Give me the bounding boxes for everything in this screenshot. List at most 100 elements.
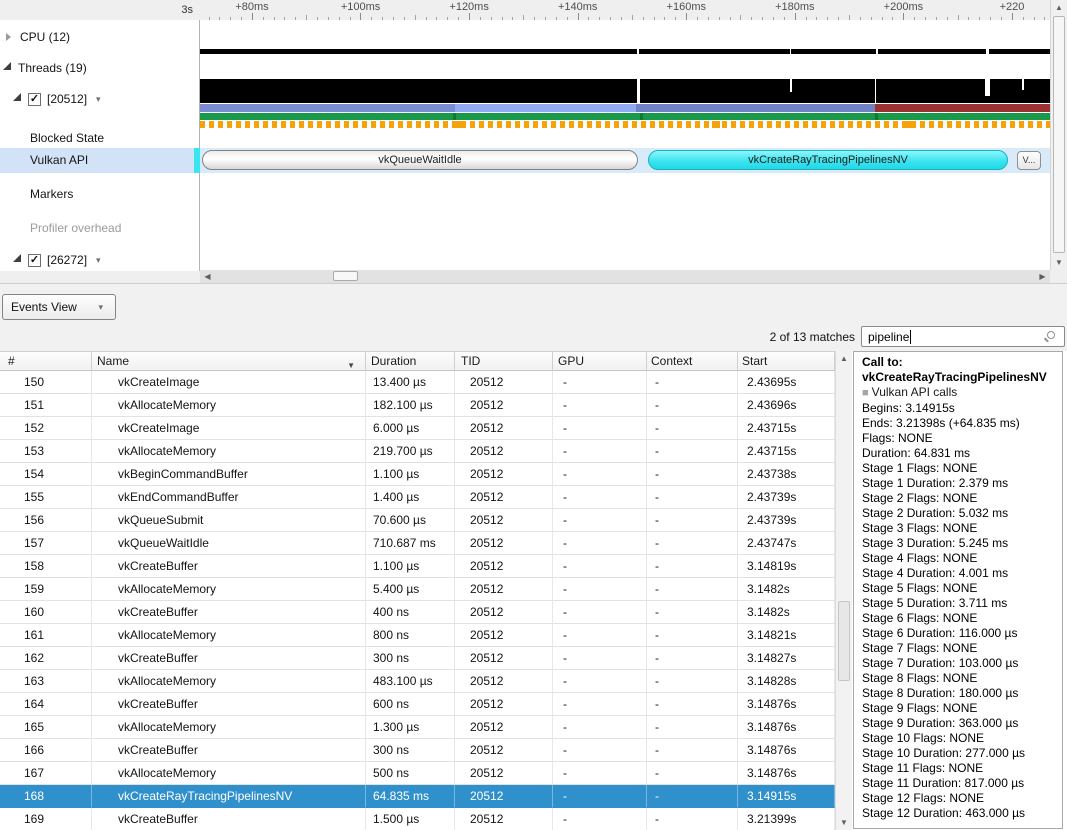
event-overflow-button[interactable]: V... (1017, 151, 1041, 170)
cell-context: - (647, 762, 738, 785)
event-bar-vkcreateraytracingpipelinesnv[interactable]: vkCreateRayTracingPipelinesNV (648, 150, 1008, 170)
table-row[interactable]: 165vkAllocateMemory1.300 µs20512--3.1487… (0, 716, 835, 739)
cell-context: - (647, 693, 738, 716)
cell-context: - (647, 785, 738, 808)
sidebar-item-markers[interactable]: Markers (30, 186, 73, 202)
detail-line: Ends: 3.21398s (+64.835 ms) (862, 416, 1058, 431)
sidebar-item-vulkan-api[interactable]: Vulkan API (30, 152, 88, 168)
cell-duration: 5.400 µs (366, 578, 455, 601)
sidebar-item-cpu[interactable]: CPU (12) (6, 29, 70, 45)
thread-state-segment (455, 104, 636, 112)
table-row[interactable]: 167vkAllocateMemory500 ns20512--3.14876s (0, 762, 835, 785)
table-row[interactable]: 153vkAllocateMemory219.700 µs20512--2.43… (0, 440, 835, 463)
cell-context: - (647, 601, 738, 624)
table-row[interactable]: 152vkCreateImage6.000 µs20512--2.43715s (0, 417, 835, 440)
cell-gpu: - (553, 601, 647, 624)
event-bar-vkqueuewaitidle[interactable]: vkQueueWaitIdle (202, 150, 638, 170)
search-input-value: pipeline (868, 330, 909, 344)
scrollbar-thumb[interactable] (1053, 16, 1065, 253)
table-row[interactable]: 160vkCreateBuffer400 ns20512--3.1482s (0, 601, 835, 624)
table-row[interactable]: 168vkCreateRayTracingPipelinesNV64.835 m… (0, 785, 835, 808)
cell-tid: 20512 (455, 578, 553, 601)
cell-name: vkAllocateMemory (92, 670, 366, 693)
scroll-right-icon[interactable]: ▶ (1036, 270, 1049, 283)
expander-collapsed-icon[interactable] (6, 33, 11, 41)
table-row[interactable]: 163vkAllocateMemory483.100 µs20512--3.14… (0, 670, 835, 693)
cell-duration: 600 ns (366, 693, 455, 716)
cell-duration: 1.300 µs (366, 716, 455, 739)
markers-summary-bar (200, 121, 1050, 128)
table-row[interactable]: 156vkQueueSubmit70.600 µs20512--2.43739s (0, 509, 835, 532)
table-row[interactable]: 159vkAllocateMemory5.400 µs20512--3.1482… (0, 578, 835, 601)
expander-expanded-icon[interactable] (3, 62, 11, 70)
table-vertical-scrollbar[interactable]: ▲ ▼ (835, 351, 852, 830)
scroll-down-icon[interactable]: ▼ (836, 816, 852, 829)
table-row[interactable]: 155vkEndCommandBuffer1.400 µs20512--2.43… (0, 486, 835, 509)
timeline-horizontal-scrollbar[interactable]: ◀ ▶ (200, 270, 1050, 283)
cell-duration: 500 ns (366, 762, 455, 785)
cell-id: 164 (0, 693, 92, 716)
cell-context: - (647, 486, 738, 509)
sidebar-item-thread-20512[interactable]: ✓ [20512] ▾ (13, 91, 101, 107)
cell-name: vkAllocateMemory (92, 762, 366, 785)
cell-context: - (647, 578, 738, 601)
cell-tid: 20512 (455, 808, 553, 830)
column-header-context[interactable]: Context (647, 351, 738, 371)
thread-20512-checkbox[interactable]: ✓ (28, 93, 41, 106)
sidebar-bottom-strip (0, 271, 200, 283)
table-row[interactable]: 157vkQueueWaitIdle710.687 ms20512--2.437… (0, 532, 835, 555)
sidebar-item-profiler-overhead[interactable]: Profiler overhead (30, 220, 121, 236)
view-selector-dropdown[interactable]: Events View ▾ (2, 294, 116, 320)
cell-gpu: - (553, 785, 647, 808)
column-header-start[interactable]: Start (738, 351, 835, 371)
expander-expanded-icon[interactable] (13, 93, 21, 101)
thread-options-dropdown-icon[interactable]: ▾ (96, 94, 101, 105)
cell-name: vkCreateBuffer (92, 601, 366, 624)
column-header-tid[interactable]: TID (455, 351, 553, 371)
column-header-name[interactable]: Name ▼ (92, 351, 366, 371)
scroll-up-icon[interactable]: ▲ (836, 352, 852, 365)
cell-duration: 6.000 µs (366, 417, 455, 440)
scrollbar-thumb[interactable] (838, 601, 850, 681)
table-row[interactable]: 162vkCreateBuffer300 ns20512--3.14827s (0, 647, 835, 670)
table-row[interactable]: 154vkBeginCommandBuffer1.100 µs20512--2.… (0, 463, 835, 486)
blocked-state-label: Blocked State (30, 131, 104, 145)
column-header-duration[interactable]: Duration (366, 351, 455, 371)
table-row[interactable]: 169vkCreateBuffer1.500 µs20512--3.21399s (0, 808, 835, 830)
cell-tid: 20512 (455, 670, 553, 693)
cell-gpu: - (553, 486, 647, 509)
table-row[interactable]: 164vkCreateBuffer600 ns20512--3.14876s (0, 693, 835, 716)
sidebar-item-threads[interactable]: Threads (19) (3, 60, 87, 76)
column-header-gpu[interactable]: GPU (553, 351, 647, 371)
thread-options-dropdown-icon[interactable]: ▾ (96, 255, 101, 266)
expander-expanded-icon[interactable] (13, 254, 21, 262)
scroll-down-icon[interactable]: ▼ (1051, 256, 1067, 269)
search-input[interactable]: pipeline (861, 326, 1065, 347)
cell-start: 2.43739s (738, 486, 835, 509)
table-row[interactable]: 150vkCreateImage13.400 µs20512--2.43695s (0, 371, 835, 394)
sort-descending-icon: ▼ (347, 357, 355, 371)
timeline-vertical-scrollbar[interactable]: ▲ ▼ (1050, 0, 1067, 270)
scrollbar-thumb[interactable] (333, 271, 358, 281)
scroll-left-icon[interactable]: ◀ (201, 270, 214, 283)
cell-duration: 710.687 ms (366, 532, 455, 555)
cell-duration: 1.100 µs (366, 463, 455, 486)
cell-start: 2.43747s (738, 532, 835, 555)
cell-context: - (647, 417, 738, 440)
table-row[interactable]: 161vkAllocateMemory800 ns20512--3.14821s (0, 624, 835, 647)
table-row[interactable]: 151vkAllocateMemory182.100 µs20512--2.43… (0, 394, 835, 417)
timeline-ruler[interactable]: +80ms+100ms+120ms+140ms+160ms+180ms+200m… (200, 0, 1050, 20)
cell-gpu: - (553, 394, 647, 417)
timeline-canvas[interactable]: vkQueueWaitIdle vkCreateRayTracingPipeli… (200, 20, 1050, 271)
thread-26272-checkbox[interactable]: ✓ (28, 254, 41, 267)
table-row[interactable]: 158vkCreateBuffer1.100 µs20512--3.14819s (0, 555, 835, 578)
scroll-up-icon[interactable]: ▲ (1051, 1, 1067, 14)
cell-id: 162 (0, 647, 92, 670)
cell-tid: 20512 (455, 601, 553, 624)
sidebar-item-blocked-state[interactable]: Blocked State (30, 130, 104, 146)
column-header-index[interactable]: # (0, 351, 92, 371)
table-row[interactable]: 166vkCreateBuffer300 ns20512--3.14876s (0, 739, 835, 762)
sidebar-item-thread-26272[interactable]: ✓ [26272] ▾ (13, 252, 101, 268)
cell-id: 167 (0, 762, 92, 785)
cell-start: 3.14876s (738, 693, 835, 716)
